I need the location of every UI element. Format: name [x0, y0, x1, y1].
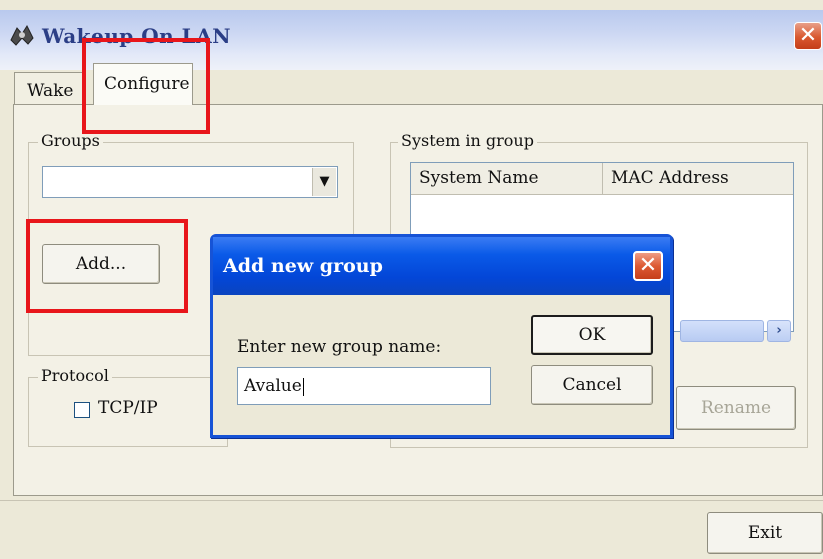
exit-button-label: Exit: [747, 523, 783, 543]
rename-button[interactable]: Rename: [676, 386, 796, 430]
tcpip-label: TCP/IP: [98, 398, 158, 418]
scroll-right-button[interactable]: ›: [767, 320, 791, 342]
rename-button-label: Rename: [700, 398, 772, 418]
column-header-mac-address[interactable]: MAC Address: [603, 163, 793, 195]
dialog-titlebar[interactable]: Add new group ✕: [213, 237, 670, 295]
dialog-title: Add new group: [223, 255, 383, 277]
exit-button[interactable]: Exit: [707, 512, 823, 554]
annotation-highlight-configure-tab: [82, 38, 210, 134]
cancel-button[interactable]: Cancel: [531, 365, 653, 405]
dialog-close-button[interactable]: ✕: [633, 251, 663, 281]
add-group-dialog: Add new group ✕ Enter new group name: Av…: [210, 234, 673, 438]
window-close-button[interactable]: ✕: [794, 22, 822, 50]
close-icon: ✕: [638, 253, 658, 278]
ok-button-label: OK: [578, 325, 606, 345]
group-name-input-value: Avalue: [244, 376, 302, 396]
column-header-mac-address-label: MAC Address: [611, 168, 729, 188]
column-header-system-name-label: System Name: [419, 168, 539, 188]
group-name-prompt: Enter new group name:: [237, 337, 442, 357]
main-window: Wakeup On LAN ✕ Wake Configure Groups ▼ …: [0, 0, 823, 559]
tab-wake[interactable]: Wake: [14, 72, 86, 104]
groups-select[interactable]: [42, 166, 338, 198]
tab-wake-label: Wake: [27, 81, 74, 101]
annotation-highlight-add-button: [26, 219, 188, 313]
group-name-input[interactable]: Avalue: [237, 367, 491, 405]
ok-button[interactable]: OK: [531, 315, 653, 355]
column-header-system-name[interactable]: System Name: [411, 163, 603, 195]
chevron-down-icon: ▼: [319, 174, 330, 189]
cancel-button-label: Cancel: [562, 375, 622, 395]
close-icon: ✕: [798, 23, 818, 48]
horizontal-scrollbar-thumb[interactable]: [680, 320, 764, 342]
footer-divider: [0, 500, 823, 501]
text-caret: [302, 377, 304, 396]
chevron-right-icon: ›: [776, 323, 782, 338]
network-wake-icon: [8, 22, 36, 48]
tcpip-checkbox[interactable]: [74, 402, 90, 418]
system-in-group-legend: System in group: [398, 131, 537, 150]
groups-select-dropdown-button[interactable]: ▼: [312, 168, 336, 196]
protocol-legend: Protocol: [38, 366, 112, 385]
